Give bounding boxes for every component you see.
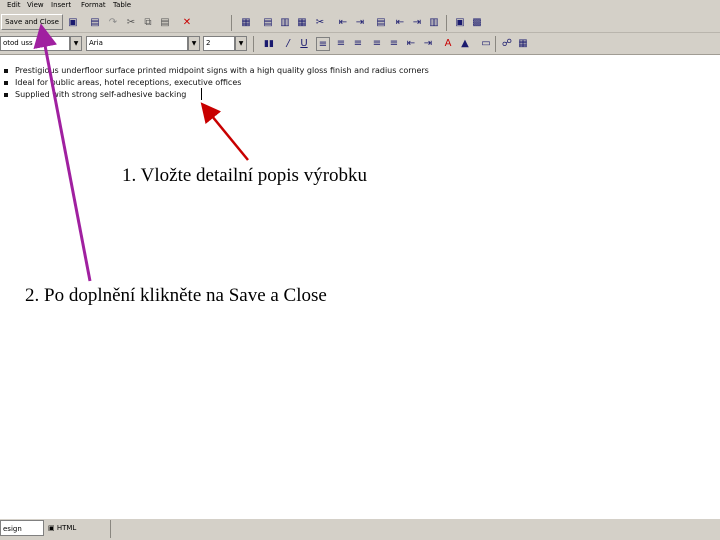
align-right-icon[interactable]: ≡ bbox=[351, 37, 365, 51]
insert-column-left-icon[interactable]: ⇤ bbox=[393, 16, 407, 30]
menu-format[interactable]: Format bbox=[81, 1, 106, 10]
align-center-icon[interactable]: ≡ bbox=[334, 37, 348, 51]
insert-image-icon[interactable]: ▦ bbox=[516, 37, 530, 51]
table-properties-icon[interactable]: ▣ bbox=[453, 16, 467, 30]
table-columns-icon[interactable]: ▥ bbox=[278, 16, 292, 30]
insert-row-below-icon[interactable]: ⇥ bbox=[353, 16, 367, 30]
font-dropdown-arrow[interactable]: ▼ bbox=[188, 36, 200, 51]
save-and-close-button[interactable]: Save and Close bbox=[1, 14, 63, 30]
highlight-icon[interactable]: ▲ bbox=[458, 37, 472, 51]
annotation-step-1: 1. Vložte detailní popis výrobku bbox=[122, 165, 368, 186]
delete-row-icon[interactable]: ▤ bbox=[374, 16, 388, 30]
menu-insert[interactable]: Insert bbox=[51, 1, 71, 10]
bullet-list-icon[interactable]: ≡ bbox=[387, 37, 401, 51]
underline-icon[interactable]: U bbox=[297, 37, 311, 51]
text-cursor bbox=[201, 88, 202, 100]
style-dropdown-arrow[interactable]: ▼ bbox=[70, 36, 82, 51]
style-select[interactable]: otod uss bbox=[0, 36, 70, 51]
outdent-icon[interactable]: ⇤ bbox=[404, 37, 418, 51]
status-separator bbox=[110, 520, 111, 538]
align-left-icon[interactable]: ≡ bbox=[316, 37, 330, 51]
annotation-step-2: 2. Po doplnění klikněte na Save a Close bbox=[25, 285, 327, 306]
html-mode-tab[interactable]: ▣ HTML bbox=[46, 520, 86, 536]
save-icon[interactable]: ▣ bbox=[66, 16, 80, 30]
toolbar-separator bbox=[495, 36, 496, 52]
toolbar-separator bbox=[253, 36, 254, 52]
italic-icon[interactable]: / bbox=[281, 37, 295, 51]
design-mode-tab[interactable]: esign bbox=[0, 520, 44, 536]
cut-icon[interactable]: ✂ bbox=[124, 16, 138, 30]
copy-icon[interactable]: ⧉ bbox=[141, 16, 155, 30]
insert-row-above-icon[interactable]: ⇤ bbox=[336, 16, 350, 30]
redo-icon[interactable]: ↷ bbox=[106, 16, 120, 30]
list-item: Ideal for public areas, hotel receptions… bbox=[4, 78, 241, 88]
menu-edit[interactable]: Edit bbox=[7, 1, 21, 10]
numbered-list-icon[interactable]: ≡ bbox=[370, 37, 384, 51]
menu-table[interactable]: Table bbox=[113, 1, 131, 10]
cell-properties-icon[interactable]: ▩ bbox=[470, 16, 484, 30]
text-color-icon[interactable]: A bbox=[441, 37, 455, 51]
bullet-marker bbox=[4, 80, 8, 85]
split-cells-icon[interactable]: ✂ bbox=[313, 16, 327, 30]
delete-icon[interactable]: ✕ bbox=[180, 16, 194, 30]
indent-icon[interactable]: ⇥ bbox=[421, 37, 435, 51]
toolbar-separator bbox=[231, 15, 232, 31]
insert-link-icon[interactable]: ☍ bbox=[500, 37, 514, 51]
html-mode-icon: ▣ bbox=[48, 524, 57, 532]
toolbar-separator bbox=[446, 15, 447, 31]
size-select[interactable]: 2 bbox=[203, 36, 235, 51]
bullet-text: Ideal for public areas, hotel receptions… bbox=[15, 78, 242, 87]
status-bar bbox=[0, 518, 720, 540]
table-rows-icon[interactable]: ▤ bbox=[261, 16, 275, 30]
font-select[interactable]: Aria bbox=[86, 36, 188, 51]
bullet-text: Supplied with strong self-adhesive backi… bbox=[15, 90, 187, 99]
insert-table-icon[interactable]: ▦ bbox=[239, 16, 253, 30]
menu-bar: Edit View Insert Format Table bbox=[0, 0, 720, 12]
html-mode-label: HTML bbox=[56, 524, 77, 532]
bullet-marker bbox=[4, 92, 8, 97]
list-item: Supplied with strong self-adhesive backi… bbox=[4, 90, 186, 100]
paste-icon[interactable]: ▤ bbox=[158, 16, 172, 30]
list-item: Prestigious underfloor surface printed m… bbox=[4, 66, 429, 76]
bold-icon[interactable]: ▮▮ bbox=[262, 37, 276, 51]
delete-column-icon[interactable]: ▥ bbox=[427, 16, 441, 30]
menu-view[interactable]: View bbox=[27, 1, 44, 10]
size-dropdown-arrow[interactable]: ▼ bbox=[235, 36, 247, 51]
print-icon[interactable]: ▤ bbox=[88, 16, 102, 30]
insert-column-right-icon[interactable]: ⇥ bbox=[410, 16, 424, 30]
bullet-marker bbox=[4, 68, 8, 73]
horizontal-rule-icon[interactable]: ▭ bbox=[479, 37, 493, 51]
merge-cells-icon[interactable]: ▦ bbox=[295, 16, 309, 30]
bullet-text: Prestigious underfloor surface printed m… bbox=[15, 66, 429, 75]
